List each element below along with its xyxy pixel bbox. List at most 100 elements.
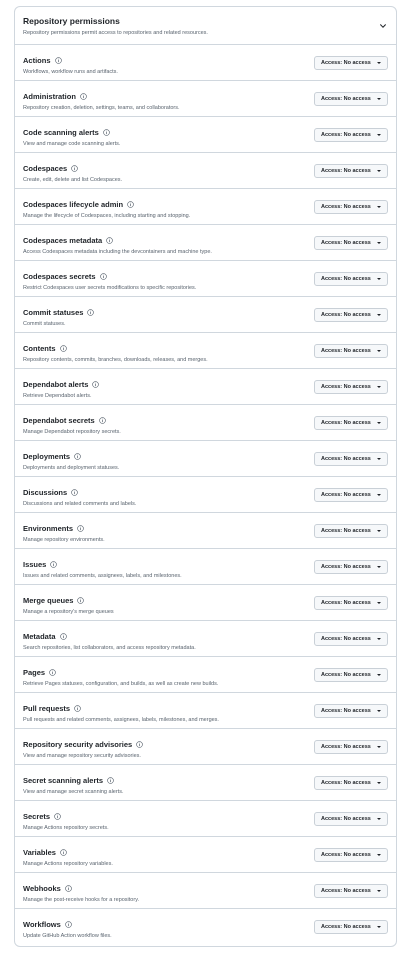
access-level-label: Access: No access	[321, 924, 371, 930]
permission-description: Access Codespaces metadata including the…	[23, 249, 212, 255]
permission-name: Code scanning alerts	[23, 128, 99, 137]
permissions-description: Repository permissions permit access to …	[23, 30, 208, 36]
info-icon[interactable]	[74, 705, 81, 712]
permission-row: Actions Workflows, workflow runs and arti…	[15, 45, 396, 81]
access-level-dropdown[interactable]: Access: No access	[314, 272, 388, 286]
info-icon[interactable]	[49, 669, 56, 676]
access-level-dropdown[interactable]: Access: No access	[314, 452, 388, 466]
permission-description: Search repositories, list collaborators,…	[23, 645, 196, 651]
info-icon[interactable]	[127, 201, 134, 208]
info-icon[interactable]	[92, 381, 100, 388]
permission-name: Codespaces	[23, 164, 68, 173]
permission-row: Repository security advisories View and m…	[15, 729, 396, 765]
access-level-dropdown[interactable]: Access: No access	[314, 344, 388, 358]
info-icon[interactable]	[59, 633, 67, 640]
caret-down-icon	[377, 386, 381, 388]
info-icon[interactable]	[136, 741, 143, 748]
access-level-dropdown[interactable]: Access: No access	[314, 812, 388, 826]
permission-row: Variables Manage Actions repository varia…	[15, 837, 396, 873]
access-level-dropdown[interactable]: Access: No access	[314, 704, 388, 718]
permission-name: Pages	[23, 668, 46, 677]
access-level-dropdown[interactable]: Access: No access	[314, 380, 388, 394]
info-icon[interactable]	[65, 885, 72, 892]
info-icon[interactable]	[98, 417, 106, 424]
repository-permissions-panel: Repository permissions Repository permis…	[14, 6, 397, 947]
permission-name: Dependabot alerts	[23, 380, 89, 389]
access-level-dropdown[interactable]: Access: No access	[314, 236, 388, 250]
access-level-dropdown[interactable]: Access: No access	[314, 740, 388, 754]
info-icon[interactable]	[74, 453, 81, 460]
access-level-dropdown[interactable]: Access: No access	[314, 776, 388, 790]
info-icon[interactable]	[71, 489, 78, 496]
caret-down-icon	[377, 782, 381, 784]
access-level-label: Access: No access	[321, 384, 371, 390]
info-icon[interactable]	[87, 309, 95, 316]
permission-row: Secret scanning alerts View and manage se…	[15, 765, 396, 801]
info-icon[interactable]	[99, 273, 107, 280]
permission-description: Discussions and related comments and lab…	[23, 501, 137, 507]
permission-row: Discussions Discussions and related comme…	[15, 477, 396, 513]
access-level-dropdown[interactable]: Access: No access	[314, 128, 388, 142]
access-level-label: Access: No access	[321, 348, 371, 354]
permission-name: Variables	[23, 848, 56, 857]
permission-name: Dependabot secrets	[23, 416, 95, 425]
info-icon[interactable]	[80, 93, 87, 100]
access-level-label: Access: No access	[321, 240, 371, 246]
access-level-dropdown[interactable]: Access: No access	[314, 488, 388, 502]
info-icon[interactable]	[59, 345, 67, 352]
access-level-label: Access: No access	[321, 564, 371, 570]
permission-row: Codespaces secrets Restrict Codespaces us…	[15, 261, 396, 297]
caret-down-icon	[377, 710, 381, 712]
info-icon[interactable]	[60, 849, 67, 856]
permission-name: Merge queues	[23, 596, 74, 605]
access-level-label: Access: No access	[321, 492, 371, 498]
access-level-dropdown[interactable]: Access: No access	[314, 596, 388, 610]
access-level-label: Access: No access	[321, 60, 371, 66]
permission-name: Administration	[23, 92, 76, 101]
access-level-label: Access: No access	[321, 312, 371, 318]
permission-name: Discussions	[23, 488, 68, 497]
access-level-dropdown[interactable]: Access: No access	[314, 200, 388, 214]
permission-description: Issues and related comments, assignees, …	[23, 573, 182, 579]
info-icon[interactable]	[103, 129, 110, 136]
info-icon[interactable]	[77, 597, 85, 604]
info-icon[interactable]	[54, 813, 61, 820]
permission-description: Workflows, workflow runs and artifacts.	[23, 69, 118, 75]
caret-down-icon	[377, 854, 381, 856]
info-icon[interactable]	[106, 237, 113, 244]
permission-description: Retrieve Dependabot alerts.	[23, 393, 92, 399]
access-level-dropdown[interactable]: Access: No access	[314, 668, 388, 682]
info-icon[interactable]	[54, 57, 62, 64]
permission-description: View and manage repository security advi…	[23, 753, 141, 759]
permissions-header[interactable]: Repository permissions Repository permis…	[15, 7, 396, 45]
info-icon[interactable]	[71, 165, 78, 172]
access-level-dropdown[interactable]: Access: No access	[314, 56, 388, 70]
info-icon[interactable]	[50, 561, 58, 568]
info-icon[interactable]	[107, 777, 114, 784]
access-level-dropdown[interactable]: Access: No access	[314, 416, 388, 430]
access-level-label: Access: No access	[321, 96, 371, 102]
access-level-dropdown[interactable]: Access: No access	[314, 560, 388, 574]
access-level-dropdown[interactable]: Access: No access	[314, 308, 388, 322]
access-level-dropdown[interactable]: Access: No access	[314, 848, 388, 862]
access-level-dropdown[interactable]: Access: No access	[314, 524, 388, 538]
permission-name: Secret scanning alerts	[23, 776, 104, 785]
caret-down-icon	[377, 818, 381, 820]
access-level-dropdown[interactable]: Access: No access	[314, 164, 388, 178]
access-level-label: Access: No access	[321, 528, 371, 534]
permission-row: Pages Retrieve Pages statuses, configurat…	[15, 657, 396, 693]
permission-row: Code scanning alerts View and manage code…	[15, 117, 396, 153]
permission-description: Create, edit, delete and list Codespaces…	[23, 177, 123, 183]
info-icon[interactable]	[77, 525, 84, 532]
access-level-dropdown[interactable]: Access: No access	[314, 632, 388, 646]
permission-row: Environments Manage repository environmen…	[15, 513, 396, 549]
access-level-dropdown[interactable]: Access: No access	[314, 884, 388, 898]
chevron-down-icon[interactable]	[379, 22, 387, 30]
info-icon[interactable]	[65, 921, 72, 928]
access-level-label: Access: No access	[321, 816, 371, 822]
permission-name: Commit statuses	[23, 308, 84, 317]
access-level-dropdown[interactable]: Access: No access	[314, 92, 388, 106]
access-level-label: Access: No access	[321, 744, 371, 750]
permission-description: Manage the post-receive hooks for a repo…	[23, 897, 140, 903]
access-level-dropdown[interactable]: Access: No access	[314, 920, 388, 934]
